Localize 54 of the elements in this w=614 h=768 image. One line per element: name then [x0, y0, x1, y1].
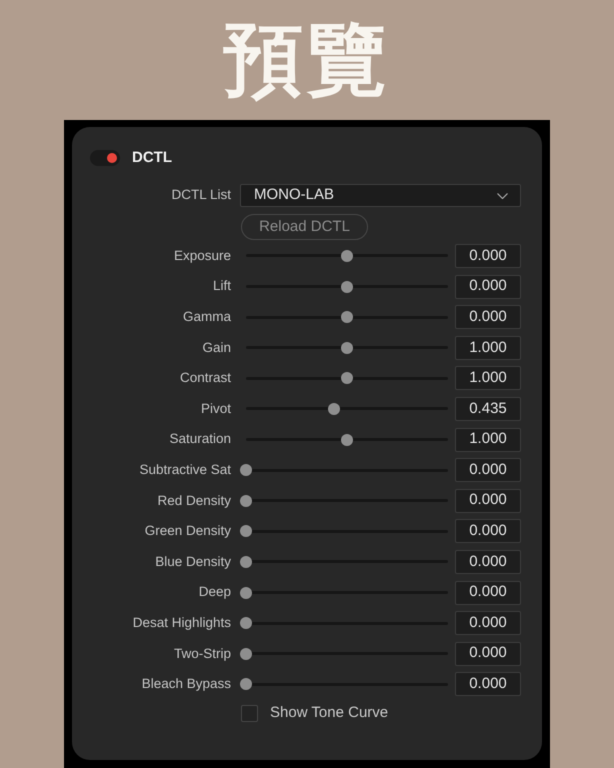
slider-thumb[interactable] [240, 464, 252, 476]
slider-thumb[interactable] [240, 617, 252, 630]
slider-label: Green Density [144, 522, 231, 540]
slider-label: Exposure [172, 246, 231, 265]
slider-thumb[interactable] [341, 434, 353, 446]
slider-thumb[interactable] [341, 372, 353, 384]
value-field[interactable]: 0.000 [455, 458, 521, 482]
slider-thumb[interactable] [341, 342, 353, 354]
field-label: DCTL List [170, 186, 231, 204]
slider-thumb[interactable] [328, 402, 340, 415]
dctl-list-dropdown[interactable]: MONO-LAB [240, 184, 521, 207]
slider-label: Contrast [178, 369, 231, 388]
slider-label: Pivot [200, 400, 231, 418]
slider-thumb[interactable] [341, 250, 353, 262]
slider-thumb[interactable] [240, 556, 252, 568]
page-title: 預覽 [223, 20, 391, 100]
slider-label: Blue Density [154, 552, 231, 571]
slider-thumb[interactable] [240, 648, 252, 660]
reload-dctl-button[interactable]: Reload DCTL [241, 214, 368, 240]
slider-label: Deep [198, 583, 231, 602]
value-field[interactable]: 0.000 [455, 580, 521, 605]
value-field[interactable]: 1.000 [455, 336, 521, 360]
value-field[interactable]: 0.000 [455, 611, 521, 636]
slider-thumb[interactable] [240, 494, 252, 507]
panel-title: DCTL [132, 148, 172, 168]
toggle-switch[interactable] [90, 150, 120, 166]
value-field[interactable]: 1.000 [455, 366, 521, 390]
slider-label: Lift [212, 277, 231, 296]
slider-thumb[interactable] [341, 280, 353, 293]
slider-thumb[interactable] [240, 525, 252, 538]
value-field[interactable]: 0.000 [455, 305, 521, 330]
value-field[interactable]: 0.000 [455, 519, 521, 544]
value-field[interactable]: 0.000 [455, 642, 521, 666]
value-field[interactable]: 0.000 [455, 274, 521, 299]
chevron-down-icon [497, 192, 508, 198]
slider-label: Bleach Bypass [140, 675, 231, 694]
slider-label: Gamma [182, 308, 231, 326]
value-field[interactable]: 0.000 [455, 550, 521, 574]
value-field[interactable]: 0.435 [455, 396, 521, 421]
slider-label: Desat Highlights [132, 614, 231, 632]
checkbox[interactable] [241, 705, 258, 722]
value-field[interactable]: 0.000 [455, 244, 521, 268]
slider-label: Subtractive Sat [138, 461, 231, 480]
slider-label: Gain [201, 338, 231, 357]
slider-label: Two-Strip [172, 644, 231, 663]
slider-label: Red Density [156, 492, 231, 510]
value-field[interactable]: 0.000 [455, 672, 521, 696]
checkbox-label[interactable]: Show Tone Curve [270, 702, 388, 725]
value-field[interactable]: 0.000 [455, 488, 521, 513]
slider-thumb[interactable] [341, 311, 353, 324]
slider-thumb[interactable] [240, 678, 252, 690]
value-field[interactable]: 1.000 [455, 428, 521, 452]
slider-label: Saturation [168, 430, 231, 448]
slider-thumb[interactable] [240, 586, 252, 599]
